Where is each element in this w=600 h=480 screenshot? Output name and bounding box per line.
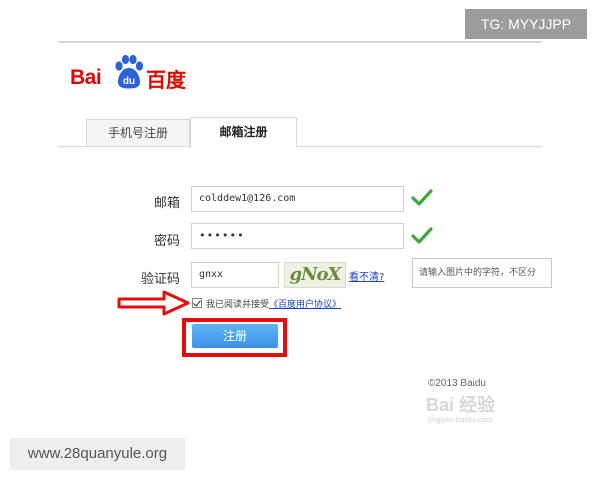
captcha-refresh-link[interactable]: 看不清? bbox=[349, 268, 384, 283]
captcha-input[interactable]: gnxx bbox=[191, 262, 279, 288]
overlay-badge: TG: MYYJJPP bbox=[465, 9, 587, 39]
site-url-badge: www.28quanyule.org bbox=[10, 438, 185, 470]
email-label: 邮箱 bbox=[153, 196, 180, 211]
captcha-hint-tooltip: 请输入图片中的字符，不区分 bbox=[412, 258, 552, 288]
password-label: 密码 bbox=[153, 234, 180, 249]
agreement-checkbox[interactable] bbox=[192, 298, 202, 308]
watermark-url: jingyan.baidu.com bbox=[428, 416, 493, 424]
password-check-icon bbox=[411, 227, 433, 244]
tab-phone-register[interactable]: 手机号注册 bbox=[86, 119, 190, 146]
copyright: ©2013 Baidu bbox=[428, 378, 486, 389]
top-divider bbox=[58, 41, 542, 43]
register-tabs: 手机号注册 邮箱注册 bbox=[0, 117, 600, 148]
register-button[interactable]: 注册 bbox=[192, 324, 278, 348]
baidu-paw-icon: du bbox=[115, 54, 144, 89]
captcha-image[interactable]: gNoX bbox=[284, 262, 346, 288]
agreement-text: 我已阅读并接受《百度用户协议》 bbox=[206, 300, 342, 310]
user-agreement-link[interactable]: 《百度用户协议》 bbox=[269, 300, 341, 310]
watermark-logo: Bai 经验 bbox=[426, 395, 496, 415]
baidu-logo[interactable]: Bai du 百度 bbox=[70, 52, 190, 92]
logo-latin: Bai bbox=[70, 66, 102, 89]
password-field[interactable]: •••••• bbox=[191, 223, 404, 249]
email-field[interactable]: colddew1@126.com bbox=[191, 186, 404, 212]
tab-email-register[interactable]: 邮箱注册 bbox=[190, 117, 297, 148]
logo-paw-text: du bbox=[123, 76, 135, 87]
red-arrow-icon bbox=[117, 290, 190, 316]
logo-chinese: 百度 bbox=[146, 68, 186, 92]
captcha-label: 验证码 bbox=[140, 272, 180, 287]
email-check-icon bbox=[411, 189, 433, 206]
